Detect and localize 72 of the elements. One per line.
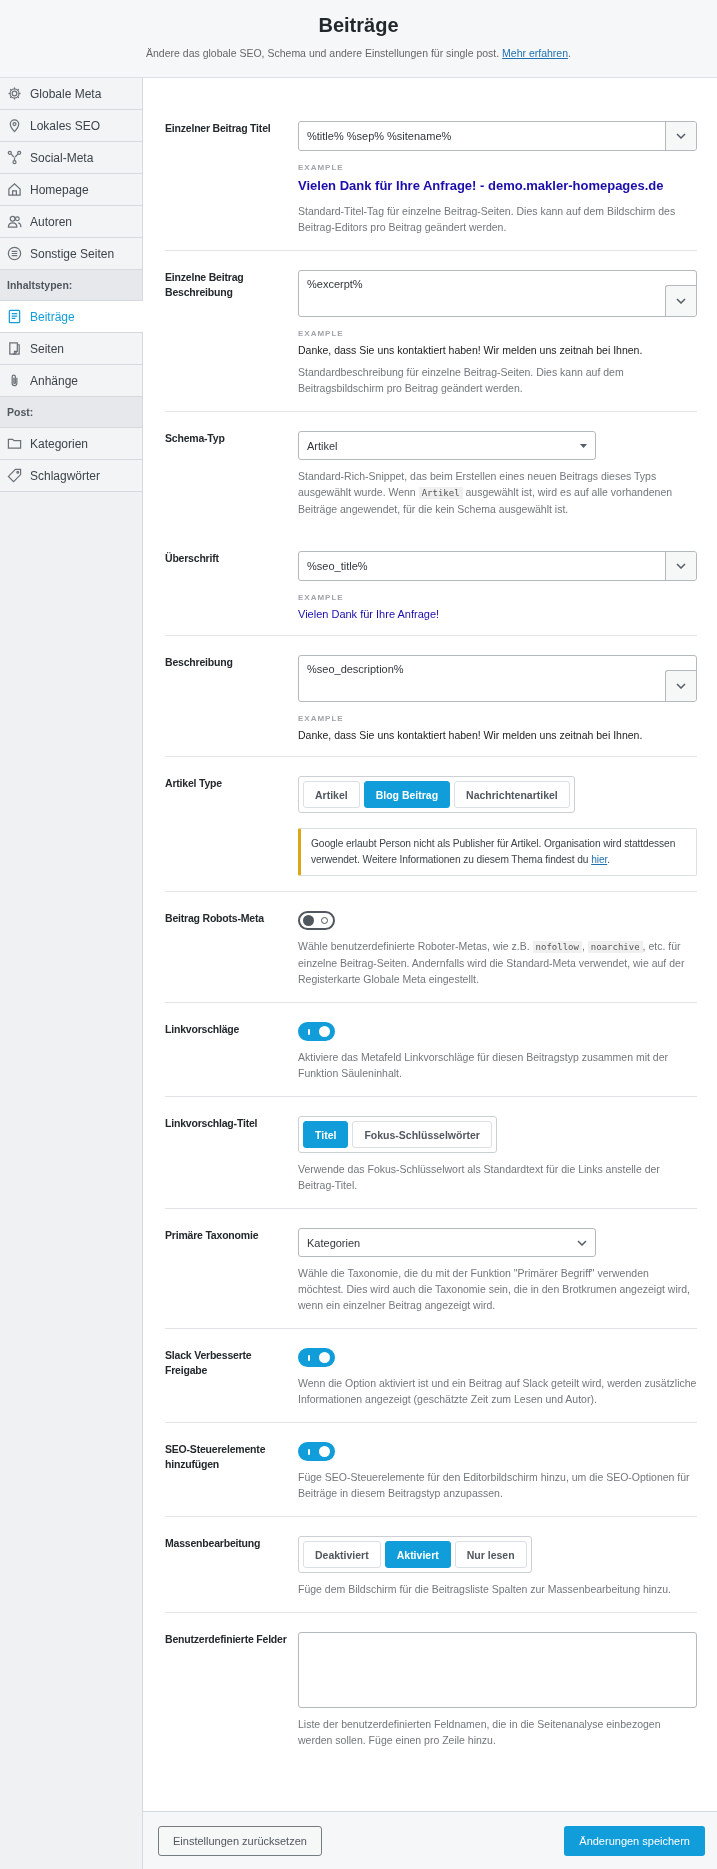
setting-label: Benutzerdefinierte Felder — [165, 1632, 288, 1647]
help-text: Verwende das Fokus-Schlüsselwort als Standardtext für die Links anstelle der Beitrag-Titel. — [298, 1162, 661, 1193]
text-area[interactable] — [298, 1632, 697, 1708]
setting-label: Einzelner Beitrag Titel — [165, 121, 272, 136]
setting-label: Primäre Taxonomie — [165, 1228, 260, 1243]
house-icon — [7, 182, 22, 197]
setting-label: Slack Verbesserte Freigabe — [165, 1348, 253, 1378]
help-text: Standard-Titel-Tag für einzelne Beitrag-Seiten. Dies kann auf dem Bildschirm des Beitrag-Editors pro Beitrag geändert werden. — [298, 204, 677, 235]
chevron-down-icon — [577, 1239, 587, 1246]
setting-label: Überschrift — [165, 551, 220, 566]
select-field[interactable]: Artikel — [298, 431, 596, 460]
help-text: Aktiviere das Metafeld Linkvorschläge für diesen Beitragstyp zusammen mit der Funktion Säuleninhalt. — [298, 1050, 669, 1081]
example-label: EXAMPLE — [298, 329, 345, 338]
example-label: EXAMPLE — [298, 593, 345, 602]
help-text: Standard-Rich-Snippet, das beim Erstellen eines neuen Beitrags dieses Typs ausgewählt wurde. Wenn Artikel ausgewählt ist, wird es auf alle vorhandenen Beiträge angewendet, für die kein Schema ausgewählt ist. — [298, 469, 674, 517]
chevron-down-icon — [676, 563, 686, 569]
reset-button[interactable]: Einstellungen zurücksetzen — [158, 1825, 322, 1856]
dropdown-button[interactable] — [665, 552, 696, 580]
chevron-down-icon — [676, 133, 686, 139]
example-preview: Vielen Dank für Ihre Anfrage! — [298, 608, 441, 620]
example-preview: Danke, dass Sie uns kontaktiert haben! Wir melden uns zeitnah bei Ihnen. — [298, 344, 644, 356]
sidebar-heading: Inhaltstypen: — [0, 270, 142, 301]
notice-message: Google erlaubt Person nicht als Publisher für Artikel. Organisation wird stattdessen verwendet. Weitere Informationen zu diesem Thema findest du hier. — [298, 828, 697, 876]
setting-label: SEO-Steuerelemente hinzufügen — [165, 1442, 267, 1472]
setting-label: Massenbearbeitung — [165, 1536, 262, 1551]
chevron-down-icon — [676, 683, 686, 689]
page-subtitle: Ändere das globale SEO, Schema und andere Einstellungen für single post. Mehr erfahren. — [146, 47, 571, 59]
setting-label: Einzelne Beitrag Beschreibung — [165, 270, 245, 300]
dropdown-button[interactable] — [665, 122, 696, 150]
example-preview: Vielen Dank für Ihre Anfrage! - demo.makler-homepages.de — [298, 178, 665, 193]
option-button[interactable]: Fokus-Schlüsselwörter — [352, 1121, 492, 1148]
setting-label: Linkvorschläge — [165, 1022, 241, 1037]
setting-label: Linkvorschlag-Titel — [165, 1116, 259, 1131]
option-button[interactable]: Nur lesen — [454, 1541, 527, 1568]
nodes-icon — [7, 150, 22, 165]
help-text: Wähle die Taxonomie, die du mit der Funktion "Primärer Begriff" verwenden möchtest. Dies wird auch die Taxonomie sein, die in den Brotkrumen angezeigt wird, wenn ein einzelner Beitrag angezeigt wird. — [298, 1266, 691, 1313]
toggle-switch[interactable] — [298, 1348, 335, 1367]
help-text: Füge dem Bildschirm für die Beitragsliste Spalten zur Massenbearbeitung hinzu. — [298, 1582, 672, 1597]
setting-label: Artikel Type — [165, 776, 223, 791]
page-title: Beiträge — [318, 14, 399, 37]
option-button[interactable]: Nachrichtenartikel — [454, 781, 570, 808]
dropdown-button[interactable] — [665, 670, 696, 701]
dropdown-button[interactable] — [665, 285, 696, 316]
chevron-down-icon — [676, 298, 686, 304]
example-preview: Danke, dass Sie uns kontaktiert haben! Wir melden uns zeitnah bei Ihnen. — [298, 729, 644, 741]
help-text: Standardbeschreibung für einzelne Beitrag-Seiten. Dies kann auf dem Beitragsbildschirm pro Beitrag geändert werden. — [298, 365, 625, 396]
help-text: Füge SEO-Steuerelemente für den Editorbildschirm hinzu, um die SEO-Optionen für Beiträge in diesem Beitragstyp anzupassen. — [298, 1470, 691, 1501]
setting-label: Beschreibung — [165, 655, 234, 670]
option-button[interactable]: Artikel — [303, 781, 360, 808]
help-text: Wähle benutzerdefinierte Roboter-Metas, wie z.B. nofollow , noarchive , etc. für einzelne Beitrag-Seiten. Andernfalls wird die Standard-Meta verwendet, wie auf der Registerkarte Globale Meta eingestellt. — [298, 939, 686, 987]
location-pin-icon — [7, 118, 22, 133]
folder-icon — [7, 436, 22, 451]
help-text: Wenn die Option aktiviert ist und ein Beitrag auf Slack geteilt wird, werden zusätzliche Informationen angezeigt (geschätzte Zeit zum Lesen und Autor). — [298, 1376, 697, 1407]
help-text: Liste der benutzerdefinierten Feldnamen, die in die Seitenanalyse einbezogen werden sollen. Füge einen pro Zeile hinzu. — [298, 1717, 662, 1748]
setting-label: Beitrag Robots-Meta — [165, 911, 265, 926]
users-icon — [7, 214, 22, 229]
toggle-switch[interactable] — [298, 1442, 335, 1461]
link[interactable]: hier — [591, 854, 608, 865]
example-label: EXAMPLE — [298, 714, 345, 723]
page-icon — [7, 341, 22, 356]
toggle-switch[interactable] — [298, 1022, 335, 1041]
toggle-switch[interactable] — [298, 911, 335, 930]
setting-label: Schema-Typ — [165, 431, 226, 446]
select-field[interactable]: Kategorien — [298, 1228, 596, 1257]
list-circle-icon — [7, 246, 22, 261]
tag-icon — [7, 468, 22, 483]
caret-down-icon — [580, 443, 587, 448]
gear-icon — [7, 86, 22, 101]
example-label: EXAMPLE — [298, 163, 345, 172]
document-icon — [7, 309, 22, 324]
sidebar-heading: Post: — [0, 397, 142, 428]
option-button[interactable]: Deaktiviert — [303, 1541, 381, 1568]
